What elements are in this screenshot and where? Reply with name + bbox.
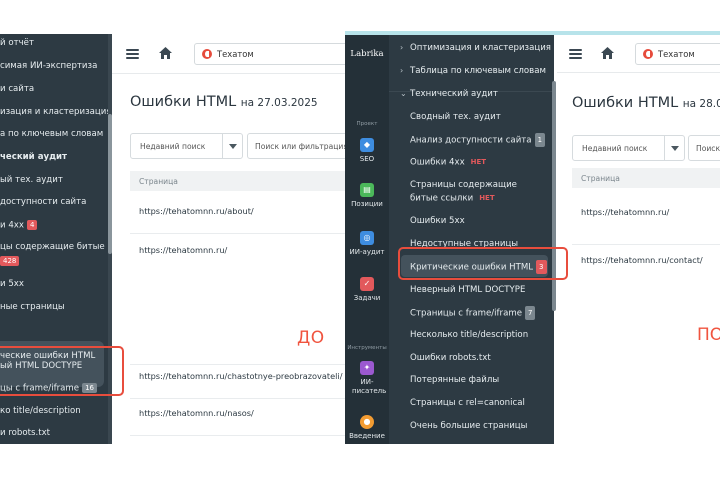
table-row[interactable]: https://tehatomnn.ru/chastotnye-preobraz… (130, 365, 345, 399)
page-date: на 28.03 (682, 98, 720, 110)
ai-audit-icon: ◎ (360, 231, 374, 245)
sidebar-item[interactable]: доступности сайта (0, 197, 86, 207)
menu-item[interactable]: Потерянные файлы (410, 374, 499, 386)
seo-icon: ◆ (360, 138, 374, 152)
menu-item[interactable]: Несколько title/description (410, 329, 528, 341)
table-row[interactable]: https://tehatomnn.ru/about/ (130, 198, 345, 234)
nav-tasks[interactable]: ✓ Задачи (345, 277, 389, 303)
chevron-down-icon: ⌄ (400, 89, 407, 98)
menu-item[interactable]: Сводный тех. аудит (410, 111, 501, 123)
top-bar: Техатом (557, 35, 720, 73)
sidebar-item[interactable]: й отчёт (0, 38, 34, 48)
comparison-stage: й отчёт симая ИИ-экспертиза и сайта изац… (0, 0, 720, 480)
menu-item[interactable]: Страницы с frame/iframe 7 (410, 306, 536, 320)
page-date: на 27.03.2025 (240, 97, 318, 109)
nav-positions[interactable]: ▤ Позиции (345, 183, 389, 209)
sidebar-item[interactable]: а по ключевым словам (0, 129, 103, 139)
sidebar-item[interactable]: ый тех. аудит (0, 175, 63, 185)
section-label-tools: Инструменты (347, 345, 387, 351)
nav-ai-audit[interactable]: ◎ ИИ-аудит (345, 231, 389, 257)
chevron-down-icon (229, 144, 237, 149)
menu-item[interactable]: Ошибки 5хх (410, 215, 465, 227)
sidebar-item-broken-links-badge: 428 (0, 256, 20, 267)
sidebar-section-tech-audit[interactable]: ческий аудит (0, 152, 67, 162)
filter-input[interactable]: Поиск или фильтрация (247, 133, 345, 159)
chevron-right-icon: › (400, 43, 404, 52)
section-label-project: Проект (356, 121, 378, 127)
menu-item[interactable]: Страницы содержащие битые ссылки НЕТ (410, 179, 540, 205)
menu-item[interactable]: Анализ доступности сайта 1 (410, 133, 546, 147)
before-stamp: ДО (297, 328, 325, 348)
count-badge: 1 (534, 133, 546, 147)
filter-input[interactable]: Поиск (688, 135, 720, 161)
sidebar-menu: › Оптимизация и кластеризация › Таблица по… (389, 35, 554, 444)
menu-icon[interactable] (569, 49, 582, 59)
status-badge: НЕТ (470, 158, 487, 166)
menu-item[interactable]: Ошибки 4хх НЕТ (410, 155, 489, 169)
table-row[interactable]: https://tehatomnn.ru/nasos/ (130, 400, 345, 436)
count-badge: 428 (0, 256, 20, 266)
checkmark-icon: ✓ (360, 277, 374, 291)
page-title: Ошибки HTML на 28.03 (572, 95, 720, 111)
count-badge: 4 (26, 220, 38, 230)
menu-item[interactable]: Неверный HTML DOCTYPE (410, 284, 525, 296)
sidebar-item[interactable]: ко title/description (0, 406, 81, 416)
chart-icon: ▤ (360, 183, 374, 197)
menu-item-keywords[interactable]: › Таблица по ключевым словам (400, 65, 546, 77)
table-row[interactable]: https://tehatomnn.ru/ (572, 199, 720, 245)
icon-rail: Labrika Проект ◆ SEO ▤ Позиции ◎ ИИ-аудит ✓… (345, 35, 389, 444)
project-name: Техатом (658, 49, 695, 59)
before-screenshot: й отчёт симая ИИ-экспертиза и сайта изац… (0, 34, 345, 444)
project-name: Техатом (217, 49, 254, 59)
main-content: Техатом Ошибки HTML на 28.03 Недавний по… (557, 35, 720, 444)
status-badge: НЕТ (479, 194, 495, 202)
recent-search-select[interactable]: Недавний поиск (130, 133, 243, 159)
brand-logo[interactable]: Labrika (345, 49, 389, 59)
menu-item[interactable]: Очень большие страницы (410, 420, 527, 432)
menu-item[interactable]: Ошибки robots.txt (410, 352, 491, 364)
page-title: Ошибки HTML на 27.03.2025 (130, 94, 318, 110)
sidebar-item[interactable]: и сайта (0, 84, 34, 94)
home-icon[interactable] (601, 47, 614, 59)
table-row[interactable]: https://tehatomnn.ru/contact/ (572, 247, 720, 444)
chevron-right-icon: › (400, 66, 404, 75)
table-header: Страница (572, 168, 720, 188)
sidebar-item[interactable]: и 5хх (0, 279, 24, 289)
sidebar-item[interactable]: ные страницы (0, 302, 65, 312)
sidebar-item[interactable]: и robots.txt (0, 428, 50, 438)
menu-item-optimization[interactable]: › Оптимизация и кластеризация (400, 42, 551, 54)
project-selector[interactable]: Техатом (194, 43, 345, 65)
nav-seo[interactable]: ◆ SEO (345, 138, 389, 164)
menu-icon[interactable] (126, 49, 139, 59)
project-logo-icon (643, 49, 653, 59)
main-content: Техатом Ошибки HTML на 27.03.2025 Недавн… (112, 34, 345, 444)
info-icon: ● (360, 415, 374, 429)
dropdown-toggle[interactable] (664, 136, 684, 160)
recent-search-select[interactable]: Недавний поиск (572, 135, 685, 161)
project-logo-icon (202, 49, 212, 59)
count-badge: 7 (525, 306, 536, 320)
nav-intro[interactable]: ● Введение (345, 415, 389, 441)
project-selector[interactable]: Техатом (635, 43, 720, 65)
sidebar-item[interactable]: симая ИИ-экспертиза (0, 61, 97, 71)
chevron-down-icon (671, 146, 679, 151)
menu-item-tech-audit[interactable]: ⌄ Технический аудит (400, 88, 498, 100)
sidebar-item-broken-links[interactable]: цы содержащие битые (0, 242, 105, 252)
sidebar-item-4xx[interactable]: и 4хх 4 (0, 220, 38, 231)
sidebar-item[interactable]: изация и кластеризация (0, 107, 110, 117)
highlight-box (398, 247, 568, 280)
dropdown-toggle[interactable] (222, 134, 242, 158)
table-header: Страница (130, 171, 345, 191)
menu-item[interactable]: Страницы с rel=canonical (410, 397, 525, 409)
top-bar: Техатом (112, 34, 345, 74)
after-stamp: ПО (697, 325, 720, 345)
nav-ai-writer[interactable]: ✦ ИИ-писатель (345, 361, 389, 396)
highlight-box (0, 346, 124, 396)
home-icon[interactable] (159, 47, 172, 59)
magic-wand-icon: ✦ (360, 361, 374, 375)
after-screenshot: Labrika Проект ◆ SEO ▤ Позиции ◎ ИИ-аудит ✓… (345, 31, 720, 444)
